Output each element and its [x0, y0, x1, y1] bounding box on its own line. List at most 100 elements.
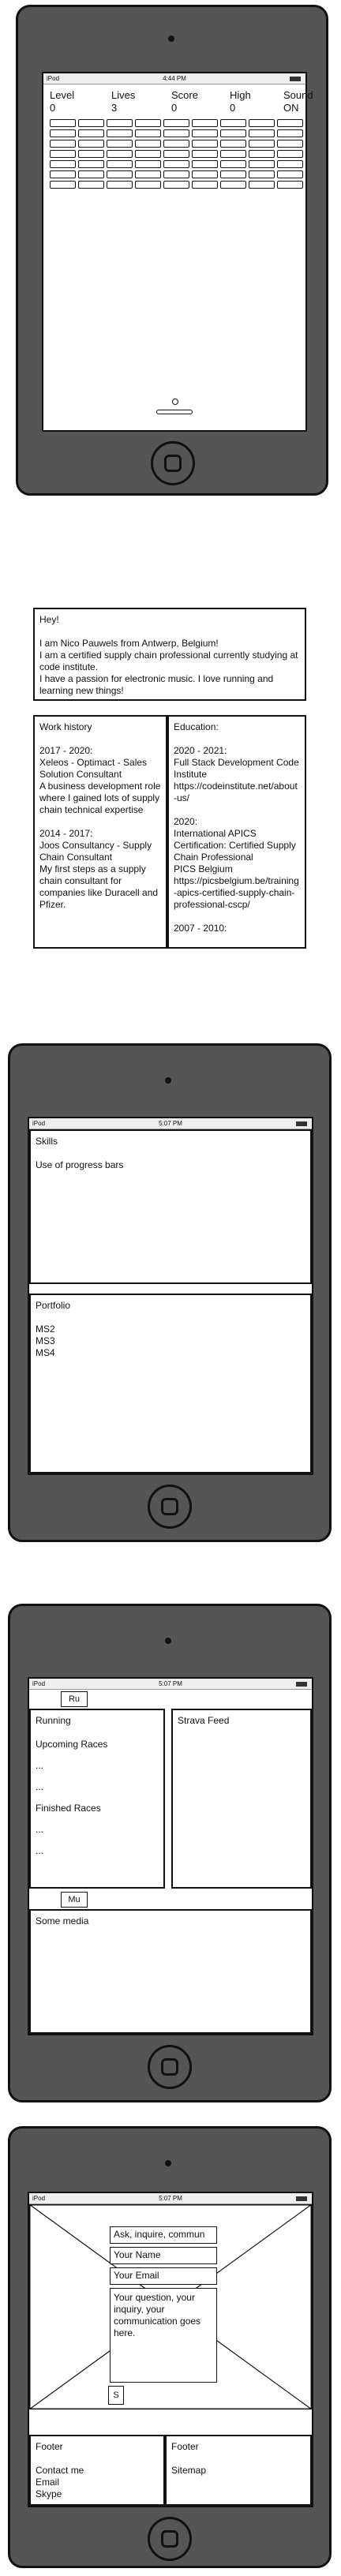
status-time: 4:44 PM: [163, 75, 186, 82]
stat-label-lives: Lives: [111, 89, 136, 101]
brick: [277, 160, 303, 168]
finished-races-title: Finished Races: [36, 1803, 101, 1814]
stat-value-score: 0: [171, 102, 178, 114]
strava-feed-box: Strava Feed: [171, 1709, 312, 1889]
brick: [192, 140, 218, 148]
footer-right-line: Sitemap: [171, 2465, 207, 2476]
race-placeholder: ...: [36, 1781, 44, 1792]
stat-value-lives: 3: [111, 102, 118, 114]
education-line: [174, 804, 300, 816]
brick: [78, 150, 104, 158]
brick: [107, 129, 133, 137]
work-history-line: Xeleos - Optimact - Sales Solution Consu…: [39, 757, 148, 780]
race-placeholder: ...: [36, 1760, 44, 1771]
ball: [172, 399, 178, 405]
footer-right-box: Footer Sitemap: [165, 2435, 312, 2506]
brick: [163, 140, 189, 148]
camera: [168, 36, 174, 42]
education-line: 2020:: [174, 816, 198, 827]
brick: [78, 129, 104, 137]
brick: [163, 160, 189, 168]
email-field[interactable]: Your Email: [110, 2267, 217, 2285]
portfolio-item: MS2: [36, 1324, 55, 1335]
portfolio-box: Portfolio MS2 MS3 MS4: [29, 1294, 312, 1473]
brick: [220, 170, 246, 178]
brick: [163, 170, 189, 178]
education-line: 2007 - 2010:: [174, 923, 227, 934]
paddle[interactable]: [156, 410, 193, 414]
brick: [192, 150, 218, 158]
brick: [163, 181, 189, 189]
work-history-line: 2017 - 2020:: [39, 745, 93, 756]
work-history-line: [39, 816, 161, 828]
brick: [249, 140, 275, 148]
media-box: Some media: [29, 1909, 312, 2034]
education-line: Full Stack Development Code Institute: [174, 757, 299, 780]
brick: [277, 129, 303, 137]
subject-field[interactable]: Ask, inquire, commun: [110, 2226, 217, 2244]
footer-left-title: Footer: [36, 2441, 63, 2452]
brick: [277, 140, 303, 148]
brick: [107, 140, 133, 148]
brick: [220, 160, 246, 168]
home-button[interactable]: [151, 441, 195, 485]
home-button[interactable]: [148, 1485, 192, 1529]
brick: [50, 129, 76, 137]
home-button[interactable]: [148, 2517, 192, 2561]
brick: [249, 170, 275, 178]
brick: [107, 170, 133, 178]
tab-media[interactable]: Mu: [61, 1892, 88, 1908]
battery-icon: [296, 2196, 307, 2201]
game-screen: iPod 4:44 PM Level 0 Lives 3 Score 0 High 0 Soun…: [42, 72, 313, 432]
brick: [220, 140, 246, 148]
brick: [50, 181, 76, 189]
brick: [135, 170, 161, 178]
work-history-title: Work history: [39, 721, 92, 732]
brick: [192, 160, 218, 168]
portfolio-item: MS4: [36, 1347, 55, 1358]
status-bar: iPod 5:07 PM: [29, 1679, 312, 1690]
camera: [165, 1077, 171, 1084]
stat-label-high: High: [230, 89, 251, 101]
name-field[interactable]: Your Name: [110, 2247, 217, 2264]
education-line: [174, 911, 300, 923]
running-title: Running: [36, 1715, 71, 1726]
brick: [220, 119, 246, 127]
education-title: Education:: [174, 721, 219, 732]
brick: [50, 140, 76, 148]
brick: [220, 129, 246, 137]
brick: [107, 119, 133, 127]
stat-value-level: 0: [50, 102, 56, 114]
brick: [78, 140, 104, 148]
brick: [277, 150, 303, 158]
education-line: 2020 - 2021:: [174, 745, 227, 756]
tab-running[interactable]: Ru: [61, 1691, 88, 1707]
brick: [50, 119, 76, 127]
contact-screen: iPod 5:07 PM Ask, inquire, commun Your N…: [28, 2192, 313, 2507]
brick: [163, 119, 189, 127]
footer-left-box: Footer Contact me Email Skype: [29, 2435, 165, 2506]
stat-value-sound: ON: [283, 102, 299, 114]
brick: [192, 170, 218, 178]
media-title: Some media: [36, 1915, 89, 1926]
footer-left-line: Skype: [36, 2488, 62, 2499]
brick: [192, 119, 218, 127]
skills-title: Skills: [36, 1136, 58, 1147]
work-history-box: Work history 2017 - 2020: Xeleos - Optima…: [33, 715, 167, 949]
brick: [135, 119, 161, 127]
brick: [50, 150, 76, 158]
battery-icon: [296, 1682, 307, 1687]
footer-left-line: Email: [36, 2477, 60, 2488]
brick: [78, 170, 104, 178]
battery-icon: [290, 77, 301, 81]
status-bar: iPod 4:44 PM: [43, 73, 305, 84]
camera: [165, 1638, 171, 1644]
home-button[interactable]: [148, 2045, 192, 2089]
submit-button[interactable]: S: [108, 2386, 124, 2405]
stat-label-score: Score: [171, 89, 198, 101]
brick: [50, 170, 76, 178]
brick: [135, 140, 161, 148]
message-field[interactable]: Your question, your inquiry, your commun…: [110, 2288, 217, 2383]
portfolio-title: Portfolio: [36, 1300, 71, 1311]
brick: [192, 129, 218, 137]
